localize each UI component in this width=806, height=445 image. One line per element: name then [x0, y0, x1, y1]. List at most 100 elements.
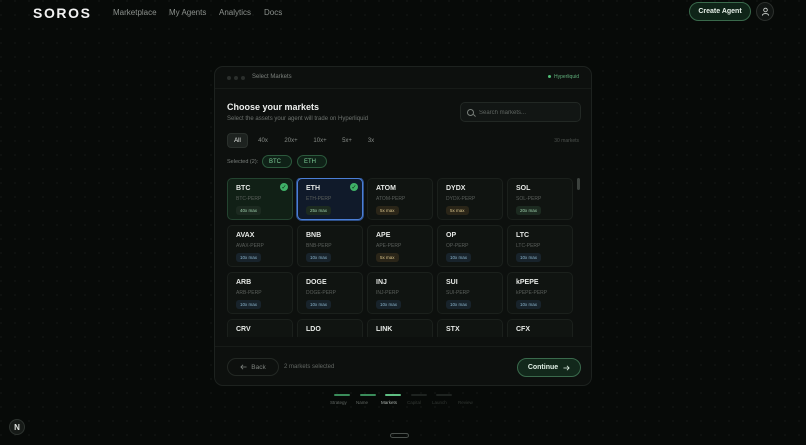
market-pair: kPEPE-PERP — [516, 290, 548, 296]
market-symbol: STX — [446, 326, 460, 333]
leverage-badge: 10x max — [236, 253, 262, 262]
market-pair: ETH-PERP — [306, 196, 332, 202]
step-bar — [385, 394, 401, 396]
logo[interactable]: SOROS — [33, 5, 92, 21]
market-pair: DYDX-PERP — [446, 196, 476, 202]
window-dot-icon — [241, 76, 245, 80]
market-card-link[interactable]: LINK — [367, 319, 433, 337]
network-status: Hyperliquid — [547, 74, 579, 80]
filter-tab-10x[interactable]: 10x+ — [308, 133, 332, 148]
nav-link-docs[interactable]: Docs — [264, 8, 282, 17]
continue-button[interactable]: Continue — [517, 358, 581, 377]
market-symbol: SOL — [516, 185, 531, 192]
filter-tab-all[interactable]: All — [227, 133, 248, 148]
nav-link-my-agents[interactable]: My Agents — [169, 8, 206, 17]
check-icon: ✓ — [280, 183, 288, 191]
filter-tab-20x[interactable]: 20x+ — [279, 133, 303, 148]
search-box[interactable] — [460, 102, 581, 122]
scroll-indicator — [390, 433, 409, 438]
market-symbol: CFX — [516, 326, 530, 333]
market-symbol: CRV — [236, 326, 251, 333]
selected-count: 2 markets selected — [284, 364, 335, 370]
step-label-launch[interactable]: Launch — [432, 400, 447, 405]
market-card-ape[interactable]: APE APE-PERP 5x max — [367, 225, 433, 267]
back-button[interactable]: Back — [227, 358, 279, 376]
modal-footer-divider — [215, 346, 591, 347]
market-card-op[interactable]: OP OP-PERP 10x max — [437, 225, 503, 267]
modal-subtitle: Select the assets your agent will trade … — [227, 116, 369, 122]
leverage-badge: 10x max — [236, 300, 262, 309]
modal-heading: Choose your markets — [227, 102, 320, 112]
selected-chip-btc[interactable]: BTC — [262, 155, 292, 168]
leverage-badge: 10x max — [306, 300, 332, 309]
market-pair: APE-PERP — [376, 243, 402, 249]
market-symbol: LINK — [376, 326, 393, 333]
market-card-ltc[interactable]: LTC LTC-PERP 10x max — [507, 225, 573, 267]
market-card-cfx[interactable]: CFX — [507, 319, 573, 337]
market-card-avax[interactable]: AVAX AVAX-PERP 10x max — [227, 225, 293, 267]
market-symbol: ETH — [306, 185, 320, 192]
nav-link-marketplace[interactable]: Marketplace — [113, 8, 157, 17]
user-menu-button[interactable] — [756, 2, 774, 21]
market-pair: ATOM-PERP — [376, 196, 406, 202]
step-bar — [411, 394, 427, 396]
market-card-inj[interactable]: INJ INJ-PERP 10x max — [367, 272, 433, 314]
market-card-arb[interactable]: ARB ARB-PERP 10x max — [227, 272, 293, 314]
arrow-right-icon — [563, 365, 570, 370]
select-markets-modal: Select Markets Hyperliquid Choose your m… — [214, 66, 592, 386]
step-label-name[interactable]: Name — [356, 400, 368, 405]
create-agent-button[interactable]: Create Agent — [689, 2, 751, 21]
leverage-badge: 5x max — [376, 253, 399, 262]
selected-chip-eth[interactable]: ETH — [297, 155, 327, 168]
step-label-capital[interactable]: Capital — [407, 400, 421, 405]
leverage-badge: 10x max — [516, 300, 542, 309]
back-button-label: Back — [251, 363, 266, 371]
filter-tab-3x[interactable]: 3x — [362, 133, 380, 148]
corner-badge[interactable]: N — [9, 419, 25, 435]
market-card-crv[interactable]: CRV — [227, 319, 293, 337]
market-pair: AVAX-PERP — [236, 243, 264, 249]
grid-scrollbar[interactable] — [577, 178, 580, 190]
market-pair: ARB-PERP — [236, 290, 262, 296]
selected-label: Selected (2): — [227, 159, 259, 165]
network-status-label: Hyperliquid — [553, 74, 579, 80]
market-card-btc[interactable]: BTC BTC-PERP 40x max ✓ — [227, 178, 293, 220]
step-bar — [334, 394, 350, 396]
market-card-sui[interactable]: SUI SUI-PERP 10x max — [437, 272, 503, 314]
market-card-atom[interactable]: ATOM ATOM-PERP 5x max — [367, 178, 433, 220]
market-pair: DOGE-PERP — [306, 290, 337, 296]
market-symbol: BNB — [306, 232, 322, 239]
step-label-review[interactable]: Review — [458, 400, 473, 405]
step-label-markets[interactable]: Markets — [381, 400, 397, 405]
leverage-badge: 10x max — [306, 253, 332, 262]
step-bar — [360, 394, 376, 396]
market-card-ldo[interactable]: LDO — [297, 319, 363, 337]
market-symbol: LTC — [516, 232, 530, 239]
market-count: 30 markets — [554, 138, 579, 144]
nav-link-analytics[interactable]: Analytics — [219, 8, 251, 17]
market-card-kpepe[interactable]: kPEPE kPEPE-PERP 10x max — [507, 272, 573, 314]
market-pair: LTC-PERP — [516, 243, 541, 249]
market-symbol: AVAX — [236, 232, 255, 239]
market-card-dydx[interactable]: DYDX DYDX-PERP 5x max — [437, 178, 503, 220]
market-card-stx[interactable]: STX — [437, 319, 503, 337]
market-symbol: ARB — [236, 279, 252, 286]
leverage-badge: 25x max — [306, 206, 332, 215]
step-bar — [436, 394, 452, 396]
market-pair: SUI-PERP — [446, 290, 470, 296]
market-symbol: kPEPE — [516, 279, 539, 286]
market-card-doge[interactable]: DOGE DOGE-PERP 10x max — [297, 272, 363, 314]
leverage-badge: 10x max — [446, 300, 472, 309]
step-label-strategy[interactable]: Strategy — [330, 400, 347, 405]
filter-tab-40x[interactable]: 40x — [253, 133, 273, 148]
leverage-badge: 20x max — [516, 206, 542, 215]
leverage-badge: 40x max — [236, 206, 262, 215]
market-card-eth[interactable]: ETH ETH-PERP 25x max ✓ — [297, 178, 363, 220]
search-icon — [467, 109, 474, 116]
status-dot-icon — [547, 75, 551, 79]
leverage-badge: 10x max — [446, 253, 472, 262]
market-card-bnb[interactable]: BNB BNB-PERP 10x max — [297, 225, 363, 267]
market-card-sol[interactable]: SOL SOL-PERP 20x max — [507, 178, 573, 220]
filter-tab-5x[interactable]: 5x+ — [337, 133, 357, 148]
search-input[interactable] — [479, 106, 575, 119]
